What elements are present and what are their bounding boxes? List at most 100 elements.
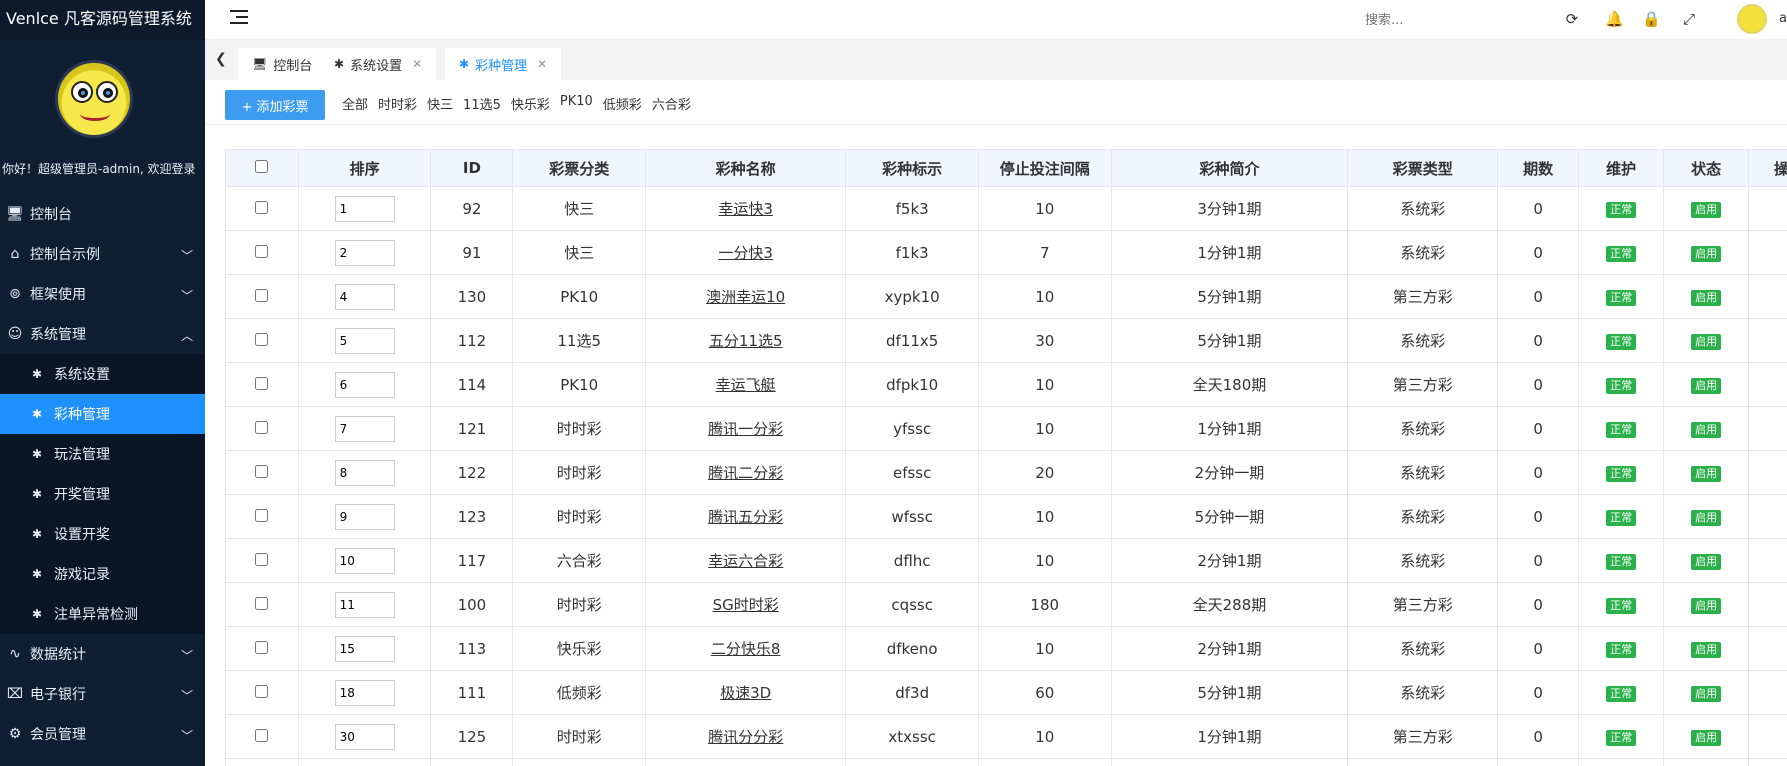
sidebar-item-bank[interactable]: ⌧ 电子银行 ﹀ [0, 674, 205, 714]
sidebar-item-video[interactable]: ▶真人视讯﹀ [0, 754, 205, 766]
header-avatar[interactable] [1737, 4, 1767, 34]
row-checkbox[interactable] [255, 376, 269, 390]
row-checkbox[interactable] [255, 508, 269, 522]
sort-order-input[interactable] [334, 547, 395, 574]
home-icon: ⌂ [10, 246, 20, 262]
filter-7[interactable]: 六合彩 [652, 94, 691, 113]
lottery-name-link[interactable]: 腾讯五分彩 [708, 508, 783, 526]
row-checkbox[interactable] [255, 596, 269, 610]
lottery-name-link[interactable]: 极速3D [720, 684, 771, 702]
notification-bell-icon[interactable]: 🔔 [1605, 10, 1624, 28]
sidebar-subitem[interactable]: ✱ 开奖管理 [0, 474, 205, 514]
lottery-name-link[interactable]: 澳洲幸运10 [706, 288, 785, 306]
sidebar-subitem[interactable]: ✱ 注单异常检测 [0, 594, 205, 634]
cell-periods: 0 [1497, 670, 1580, 715]
lottery-name-link[interactable]: SG时时彩 [713, 596, 779, 614]
sidebar-item-user[interactable]: ☺ 系统管理 ︿ [0, 314, 205, 354]
tabs-back-chevron-icon[interactable]: ❮ [215, 51, 227, 67]
cell-id [430, 758, 514, 766]
sidebar-item-home[interactable]: ⌂ 控制台示例 ﹀ [0, 234, 205, 274]
cell-id: 121 [430, 406, 514, 451]
sort-order-input[interactable] [334, 723, 395, 750]
sort-order-input[interactable] [334, 239, 395, 266]
sidebar-item-monitor[interactable]: 🖥 控制台 [0, 194, 205, 234]
close-icon[interactable]: ✕ [537, 57, 547, 71]
column-header: 操 [1748, 149, 1787, 187]
lottery-name-link[interactable]: 幸运快3 [718, 200, 773, 218]
sidebar-subitem[interactable]: ✱ 系统设置 [0, 354, 205, 394]
fullscreen-icon[interactable]: ⤢ [1680, 10, 1698, 28]
sidebar-subitem[interactable]: ✱ 玩法管理 [0, 434, 205, 474]
cell-intro: 1分钟1期 [1110, 714, 1349, 759]
maintenance-badge: 正常 [1606, 642, 1637, 658]
search-input[interactable] [1365, 8, 1525, 32]
cell-category: PK10 [512, 362, 646, 407]
cell-type: 第三方彩 [1347, 582, 1499, 627]
sidebar-subitem[interactable]: ✱ 设置开奖 [0, 514, 205, 554]
sidebar-item-gear[interactable]: ⚙ 会员管理 ﹀ [0, 714, 205, 754]
lottery-name-link[interactable]: 幸运飞艇 [716, 376, 776, 394]
close-icon[interactable]: ✕ [412, 57, 422, 71]
sidebar-subitem[interactable]: ✱ 游戏记录 [0, 554, 205, 594]
filter-5[interactable]: PK10 [560, 94, 593, 113]
row-checkbox[interactable] [255, 684, 269, 698]
sort-order-input[interactable] [334, 415, 395, 442]
tab-lottery-management[interactable]: ✱ 彩种管理 ✕ [445, 48, 562, 80]
row-checkbox[interactable] [255, 420, 269, 434]
cell-name: 一分快3 [644, 230, 847, 275]
sidebar-subitem[interactable]: ✱ 彩种管理 [0, 394, 205, 434]
lottery-name-link[interactable]: 腾讯一分彩 [708, 420, 783, 438]
filter-1[interactable]: 时时彩 [378, 94, 417, 113]
lottery-name-link[interactable]: 腾讯二分彩 [708, 464, 783, 482]
sort-order-input[interactable] [334, 635, 395, 662]
row-checkbox[interactable] [255, 288, 269, 302]
maintenance-badge: 正常 [1606, 598, 1637, 614]
maintenance-badge: 正常 [1606, 202, 1637, 218]
row-checkbox[interactable] [255, 552, 269, 566]
add-lottery-button[interactable]: + 添加彩票 [225, 90, 325, 120]
row-select-cell [225, 230, 299, 275]
row-checkbox[interactable] [255, 728, 269, 742]
row-checkbox[interactable] [255, 244, 269, 258]
row-checkbox[interactable] [255, 332, 269, 346]
sort-order-input[interactable] [334, 327, 395, 354]
row-checkbox[interactable] [255, 200, 269, 214]
lottery-name-link[interactable]: 幸运六合彩 [708, 552, 783, 570]
tab-system-settings[interactable]: ✱ 系统设置 ✕ [320, 48, 437, 80]
row-checkbox[interactable] [255, 464, 269, 478]
status-badge: 启用 [1691, 334, 1722, 350]
column-header: 彩种名称 [644, 149, 847, 187]
table-row: 113快乐彩 二分快乐8 dfkeno102分钟1期系统彩0 正常 启用 [225, 626, 1787, 671]
avatar[interactable] [55, 60, 133, 138]
select-all-checkbox[interactable] [255, 160, 269, 173]
cell-status: 启用 [1663, 670, 1750, 715]
sort-order-input[interactable] [334, 591, 395, 618]
filter-2[interactable]: 快三 [427, 94, 453, 113]
menu-toggle-icon[interactable] [230, 10, 248, 28]
lottery-name-link[interactable]: 五分11选5 [709, 332, 783, 350]
sort-order-input[interactable] [334, 195, 395, 222]
header-username[interactable]: a [1779, 11, 1787, 26]
cell-intro [1110, 758, 1349, 766]
cell-maintenance: 正常 [1578, 582, 1665, 627]
refresh-icon[interactable]: ⟳ [1563, 10, 1581, 28]
lock-icon[interactable]: 🔒 [1642, 10, 1661, 28]
sidebar-item-pulse[interactable]: ∿ 数据统计 ﹀ [0, 634, 205, 674]
lottery-name-link[interactable]: 一分快3 [718, 244, 773, 262]
filter-3[interactable]: 11选5 [463, 94, 501, 113]
row-checkbox[interactable] [255, 640, 269, 654]
sidebar-item-framework[interactable]: ⊚ 框架使用 ﹀ [0, 274, 205, 314]
sort-order-input[interactable] [334, 283, 395, 310]
lottery-name-link[interactable]: 二分快乐8 [711, 640, 781, 658]
sort-order-input[interactable] [334, 371, 395, 398]
sort-order-input[interactable] [334, 679, 395, 706]
lottery-name-link[interactable]: 腾讯分分彩 [708, 728, 783, 746]
cell-interval: 10 [977, 538, 1112, 583]
filter-0[interactable]: 全部 [342, 94, 368, 113]
sort-order-input[interactable] [334, 459, 395, 486]
tab-dashboard[interactable]: 🖥 控制台 [238, 48, 327, 80]
sort-order-input[interactable] [334, 503, 395, 530]
filter-4[interactable]: 快乐彩 [511, 94, 550, 113]
cell-type: 系统彩 [1347, 450, 1499, 495]
filter-6[interactable]: 低频彩 [603, 94, 642, 113]
